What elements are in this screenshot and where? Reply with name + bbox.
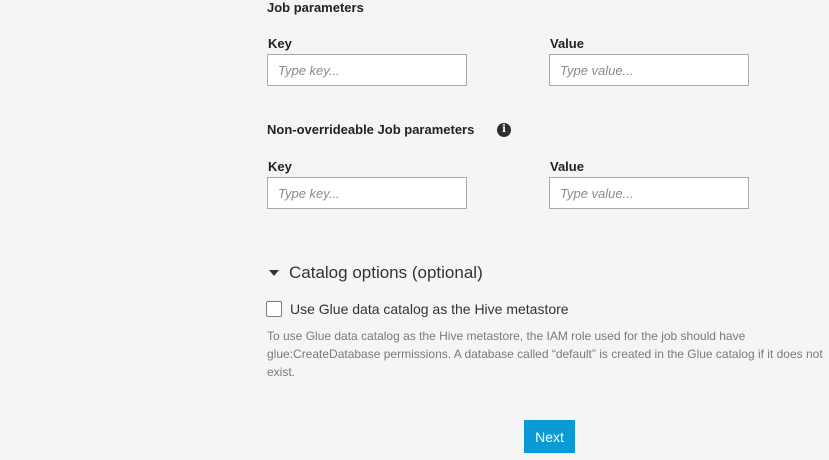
non-overrideable-value-label: Value	[550, 159, 584, 174]
job-parameters-title: Job parameters	[267, 0, 364, 15]
job-param-value-label: Value	[550, 36, 584, 51]
caret-down-icon	[269, 270, 279, 276]
non-overrideable-key-label: Key	[268, 159, 292, 174]
hive-metastore-option: Use Glue data catalog as the Hive metast…	[266, 301, 569, 317]
job-param-key-label: Key	[268, 36, 292, 51]
hive-metastore-checkbox[interactable]	[266, 301, 282, 317]
job-param-key-input[interactable]	[267, 54, 467, 86]
next-button[interactable]: Next	[524, 420, 575, 453]
job-param-value-input[interactable]	[549, 54, 749, 86]
info-icon[interactable]: i	[497, 123, 511, 137]
hive-metastore-help-text: To use Glue data catalog as the Hive met…	[267, 329, 823, 379]
non-overrideable-title: Non-overrideable Job parameters	[267, 122, 475, 137]
non-overrideable-value-input[interactable]	[549, 177, 749, 209]
non-overrideable-key-input[interactable]	[267, 177, 467, 209]
job-properties-page: Job parameters Key Value Non-overrideabl…	[0, 0, 829, 460]
catalog-options-toggle[interactable]: Catalog options (optional)	[267, 263, 483, 283]
hive-metastore-checkbox-label[interactable]: Use Glue data catalog as the Hive metast…	[290, 301, 569, 317]
catalog-options-title: Catalog options (optional)	[289, 263, 483, 282]
